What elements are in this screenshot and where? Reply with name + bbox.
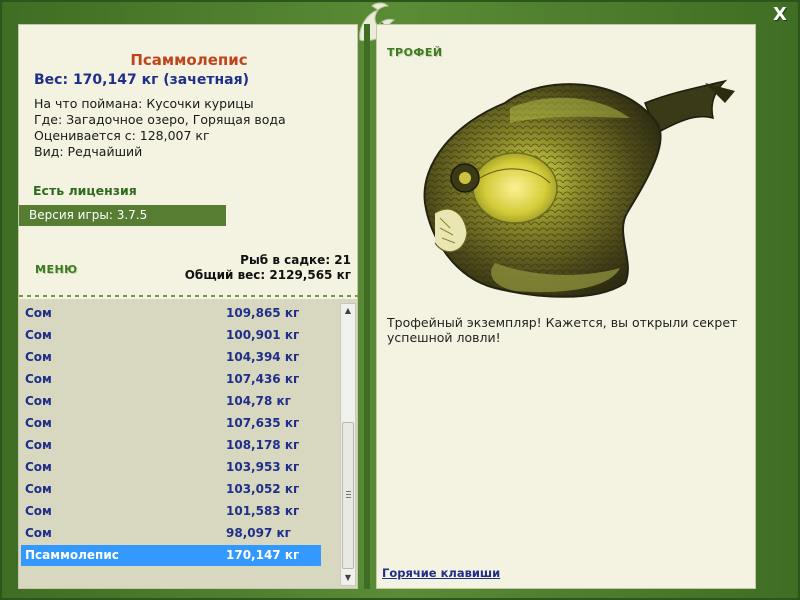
list-item-name: Сом — [25, 350, 52, 364]
list-item-name: Сом — [25, 416, 52, 430]
list-item-name: Сом — [25, 460, 52, 474]
list-item[interactable]: Сом 103,052 кг — [21, 479, 321, 500]
valued-from-text: Оценивается с: 128,007 кг — [34, 128, 210, 143]
location-text: Где: Загадочное озеро, Горящая вода — [34, 112, 286, 127]
list-item[interactable]: Сом 107,436 кг — [21, 369, 321, 390]
list-item[interactable]: Сом 98,097 кг — [21, 523, 321, 544]
close-button[interactable]: X — [770, 5, 790, 25]
list-item-name: Сом — [25, 504, 52, 518]
scroll-thumb[interactable] — [342, 422, 354, 569]
list-item-name: Сом — [25, 394, 52, 408]
list-item[interactable]: Сом 101,583 кг — [21, 501, 321, 522]
list-item-weight: 103,052 кг — [226, 482, 300, 496]
kind-text: Вид: Редчайший — [34, 144, 143, 159]
scroll-down-arrow-icon[interactable]: ▼ — [341, 571, 355, 585]
scroll-up-arrow-icon[interactable]: ▲ — [341, 304, 355, 318]
list-scrollbar[interactable]: ▲ ▼ — [340, 303, 356, 586]
list-item-name: Сом — [25, 372, 52, 386]
game-version: Версия игры: 3.7.5 — [19, 205, 226, 226]
caught-on-text: На что поймана: Кусочки курицы — [34, 96, 254, 111]
total-weight: Общий вес: 2129,565 кг — [184, 268, 351, 282]
list-item[interactable]: Сом 104,78 кг — [21, 391, 321, 412]
list-item-weight: 101,583 кг — [226, 504, 300, 518]
hotkeys-link[interactable]: Горячие клавиши — [382, 566, 500, 580]
trophy-panel: ТРОФЕЙ Трофейный экземпляр! Кажется, вы … — [376, 24, 756, 589]
license-status: Есть лицензия — [33, 183, 137, 198]
fish-image — [423, 79, 735, 298]
list-item-name: Сом — [25, 328, 52, 342]
list-item[interactable]: Сом 108,178 кг — [21, 435, 321, 456]
menu-button[interactable]: МЕНЮ — [35, 263, 78, 276]
list-item[interactable]: Псаммолепис 170,147 кг — [21, 545, 321, 566]
list-item-weight: 100,901 кг — [226, 328, 300, 342]
keepnet-list-items: Сом 109,865 кг Сом 100,901 кг Сом 104,394 кг С… — [19, 299, 339, 588]
list-item[interactable]: Сом 107,635 кг — [21, 413, 321, 434]
fish-weight: Вес: 170,147 кг (зачетная) — [34, 72, 249, 88]
fish-count: Рыб в садке: 21 — [240, 253, 351, 267]
list-item-weight: 108,178 кг — [226, 438, 300, 452]
list-item-weight: 104,394 кг — [226, 350, 300, 364]
list-item-weight: 109,865 кг — [226, 306, 300, 320]
list-item[interactable]: Сом 109,865 кг — [21, 303, 321, 324]
list-item-name: Псаммолепис — [25, 548, 119, 562]
list-item[interactable]: Сом 104,394 кг — [21, 347, 321, 368]
keepnet-stats: Рыб в садке: 21 Общий вес: 2129,565 кг — [185, 253, 351, 283]
list-item[interactable]: Сом 100,901 кг — [21, 325, 321, 346]
list-item-weight: 107,635 кг — [226, 416, 300, 430]
list-item-weight: 107,436 кг — [226, 372, 300, 386]
list-item-weight: 170,147 кг — [226, 548, 300, 562]
game-window: X Псаммолепис Вес: 170,147 кг (зачетная)… — [0, 0, 800, 600]
trophy-description: Трофейный экземпляр! Кажется, вы открыли… — [387, 315, 738, 345]
list-item-name: Сом — [25, 526, 52, 540]
list-item-name: Сом — [25, 306, 52, 320]
list-item-weight: 104,78 кг — [226, 394, 291, 408]
panel-divider — [364, 24, 370, 589]
list-item[interactable]: Сом 103,953 кг — [21, 457, 321, 478]
list-item-name: Сом — [25, 438, 52, 452]
list-item-weight: 98,097 кг — [226, 526, 291, 540]
list-item-name: Сом — [25, 482, 52, 496]
list-item-weight: 103,953 кг — [226, 460, 300, 474]
grip-icon — [346, 491, 351, 498]
trophy-label: ТРОФЕЙ — [387, 46, 443, 59]
fish-name: Псаммолепис — [130, 51, 248, 69]
keepnet-list: Сом 109,865 кг Сом 100,901 кг Сом 104,394 кг С… — [19, 299, 357, 588]
fish-info-panel: Псаммолепис Вес: 170,147 кг (зачетная) Н… — [18, 24, 359, 589]
